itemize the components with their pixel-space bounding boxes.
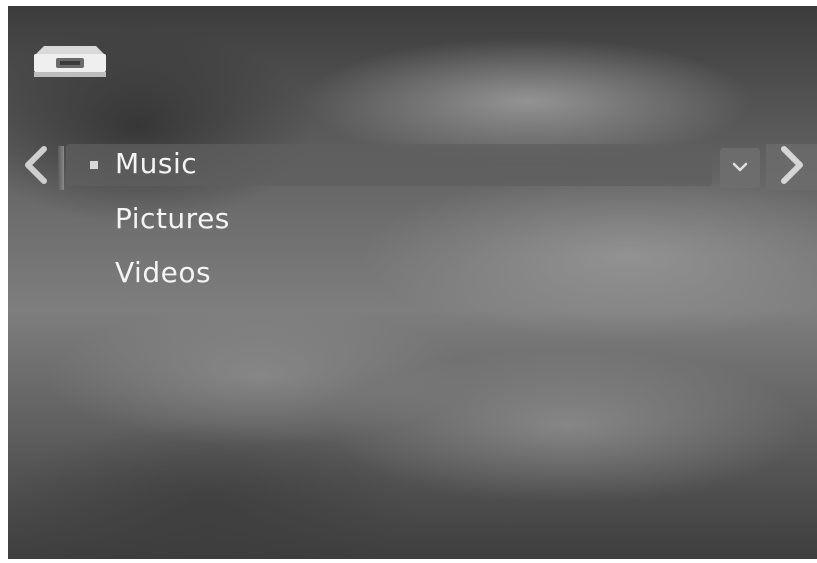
menu-item-music[interactable]: Music	[115, 147, 197, 181]
chevron-left-icon	[22, 146, 50, 188]
menu-item-pictures[interactable]: Pictures	[115, 202, 230, 236]
options-button[interactable]	[720, 148, 760, 188]
media-player-icon	[30, 44, 110, 84]
menu-item-videos[interactable]: Videos	[115, 256, 211, 290]
previous-button[interactable]	[16, 144, 56, 190]
next-button[interactable]	[766, 144, 817, 190]
nav-divider	[58, 146, 64, 190]
media-menu-screen: Music Pictures Videos	[8, 6, 817, 559]
chevron-down-icon	[730, 159, 750, 178]
selection-bullet	[90, 161, 98, 169]
chevron-right-icon	[778, 146, 806, 188]
